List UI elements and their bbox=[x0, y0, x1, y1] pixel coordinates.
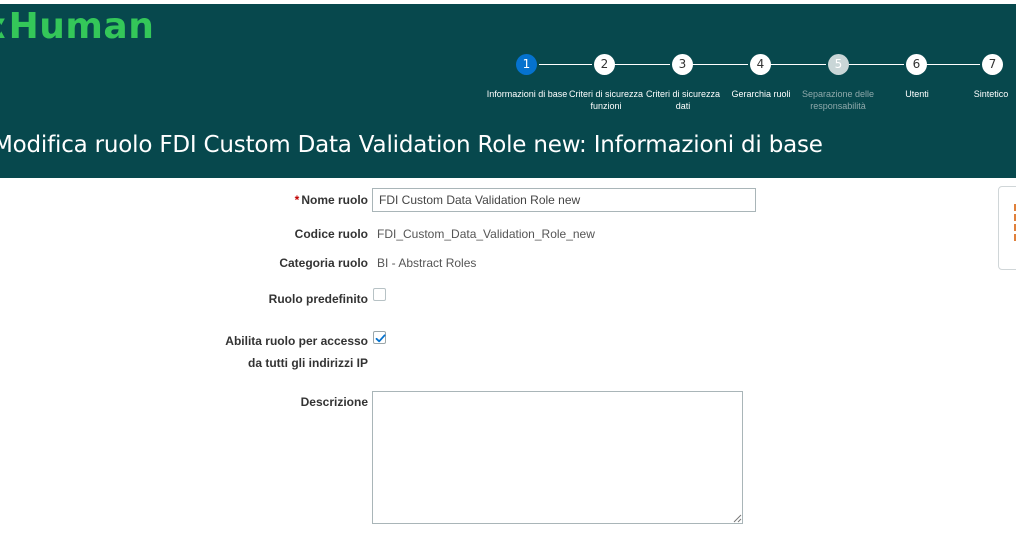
role-name-label-text: Nome ruolo bbox=[301, 193, 368, 207]
train-connector bbox=[691, 64, 748, 65]
resize-grip-icon[interactable] bbox=[733, 514, 742, 523]
role-category-label: Categoria ruolo bbox=[279, 256, 368, 270]
role-name-label: * Nome ruolo bbox=[200, 193, 368, 207]
train-connector bbox=[847, 64, 904, 65]
train-step-1-label[interactable]: Informazioni di base bbox=[482, 88, 572, 100]
train-step-7[interactable]: 7 bbox=[982, 54, 1003, 75]
ip-access-label-line2: da tutti gli indirizzi IP bbox=[248, 356, 368, 370]
page-title: Modifica ruolo FDI Custom Data Validatio… bbox=[0, 132, 823, 158]
train-step-2[interactable]: 2 bbox=[594, 54, 615, 75]
train-step-4-label[interactable]: Gerarchia ruoli bbox=[726, 88, 796, 100]
role-name-input[interactable] bbox=[372, 188, 756, 212]
train-connector bbox=[613, 64, 670, 65]
train-step-6-label[interactable]: Utenti bbox=[892, 88, 942, 100]
page-header: ːHuman 1 2 3 4 5 6 7 Informazioni di bas… bbox=[0, 4, 1016, 178]
required-marker: * bbox=[294, 193, 300, 207]
train-connector bbox=[539, 64, 592, 65]
checkmark-icon bbox=[375, 334, 386, 343]
train-step-3[interactable]: 3 bbox=[672, 54, 693, 75]
role-category-value: BI - Abstract Roles bbox=[377, 256, 477, 270]
description-label: Descrizione bbox=[300, 395, 368, 409]
train-step-2-label[interactable]: Criteri di sicurezza funzioni bbox=[562, 88, 650, 112]
ip-access-label-line1: Abilita ruolo per accesso bbox=[225, 334, 368, 348]
role-code-value: FDI_Custom_Data_Validation_Role_new bbox=[377, 227, 595, 241]
train-step-3-label[interactable]: Criteri di sicurezza dati bbox=[640, 88, 726, 112]
train-step-7-label[interactable]: Sintetico bbox=[966, 88, 1016, 100]
predefined-role-checkbox[interactable] bbox=[373, 288, 386, 301]
predefined-role-label: Ruolo predefinito bbox=[268, 292, 368, 306]
train-connector bbox=[925, 64, 980, 65]
description-textarea[interactable] bbox=[372, 391, 743, 524]
train-step-1[interactable]: 1 bbox=[516, 54, 537, 75]
train-step-4[interactable]: 4 bbox=[750, 54, 771, 75]
train-connector bbox=[769, 64, 826, 65]
train-step-5-label: Separazione delle responsabilità bbox=[801, 89, 875, 111]
train-step-6[interactable]: 6 bbox=[906, 54, 927, 75]
app-logo: ːHuman bbox=[0, 6, 155, 47]
train-step-5: 5 bbox=[828, 54, 849, 75]
ip-access-checkbox[interactable] bbox=[373, 331, 386, 344]
role-code-label: Codice ruolo bbox=[294, 227, 368, 241]
